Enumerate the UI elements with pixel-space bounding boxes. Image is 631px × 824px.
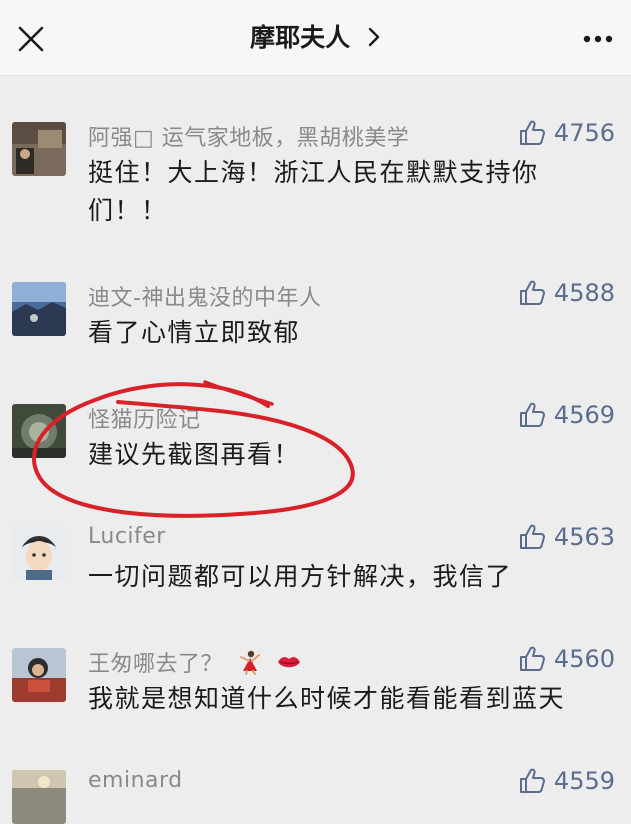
like-count: 4569 xyxy=(553,401,615,429)
thumbs-up-icon xyxy=(519,524,545,549)
avatar[interactable] xyxy=(12,404,66,458)
comment-nickname: 阿强□ 运气家地板，黑胡桃美学 xyxy=(88,126,410,151)
avatar[interactable] xyxy=(12,282,66,336)
like-button[interactable]: 4588 xyxy=(518,278,615,308)
like-count: 4756 xyxy=(553,119,615,147)
more-options-button[interactable] xyxy=(581,24,615,54)
lips-emoji-icon xyxy=(276,649,302,681)
thumbs-up-icon xyxy=(519,768,545,793)
avatar[interactable] xyxy=(12,648,66,702)
comment-nickname: 迪文-神出鬼没的中年人 xyxy=(88,286,322,311)
comment-text: 建议先截图再看！ xyxy=(88,440,301,469)
thumbs-up-icon xyxy=(519,120,545,145)
comment-text: 一切问题都可以用方针解决，我信了 xyxy=(88,562,513,591)
comment-nickname: 王匆哪去了？ xyxy=(88,646,302,681)
thumbs-up-icon xyxy=(519,402,545,427)
thumbs-up-icon xyxy=(519,646,545,671)
comment-text: 我就是想知道什么时候才能看能看到蓝天 xyxy=(88,684,566,713)
comment-nickname-text: 王匆哪去了？ xyxy=(88,652,224,677)
page-title-button[interactable]: 摩耶夫人 xyxy=(0,20,631,58)
page-title: 摩耶夫人 xyxy=(250,23,351,52)
like-count: 4563 xyxy=(553,523,615,551)
nav-bar: 摩耶夫人 xyxy=(0,0,631,76)
dancer-emoji-icon xyxy=(237,649,263,681)
avatar[interactable] xyxy=(12,122,66,176)
comment-text: 看了心情立即致郁 xyxy=(88,318,301,347)
like-button[interactable]: 4756 xyxy=(518,118,615,148)
like-count: 4588 xyxy=(553,279,615,307)
like-count: 4560 xyxy=(553,645,615,673)
comment-nickname: 怪猫历险记 xyxy=(88,408,201,433)
comment-nickname: eminard xyxy=(88,768,183,793)
chevron-right-icon xyxy=(367,22,381,58)
like-button[interactable]: 4563 xyxy=(518,522,615,552)
avatar[interactable] xyxy=(12,770,66,824)
more-dots-icon xyxy=(583,35,613,43)
thumbs-up-icon xyxy=(519,280,545,305)
comment-text: 挺住！大上海！浙江人民在默默支持你们！！ xyxy=(88,158,539,225)
comment-nickname: Lucifer xyxy=(88,524,166,549)
like-count: 4559 xyxy=(553,767,615,795)
like-button[interactable]: 4559 xyxy=(518,766,615,796)
like-button[interactable]: 4560 xyxy=(518,644,615,674)
avatar[interactable] xyxy=(12,526,66,580)
like-button[interactable]: 4569 xyxy=(518,400,615,430)
